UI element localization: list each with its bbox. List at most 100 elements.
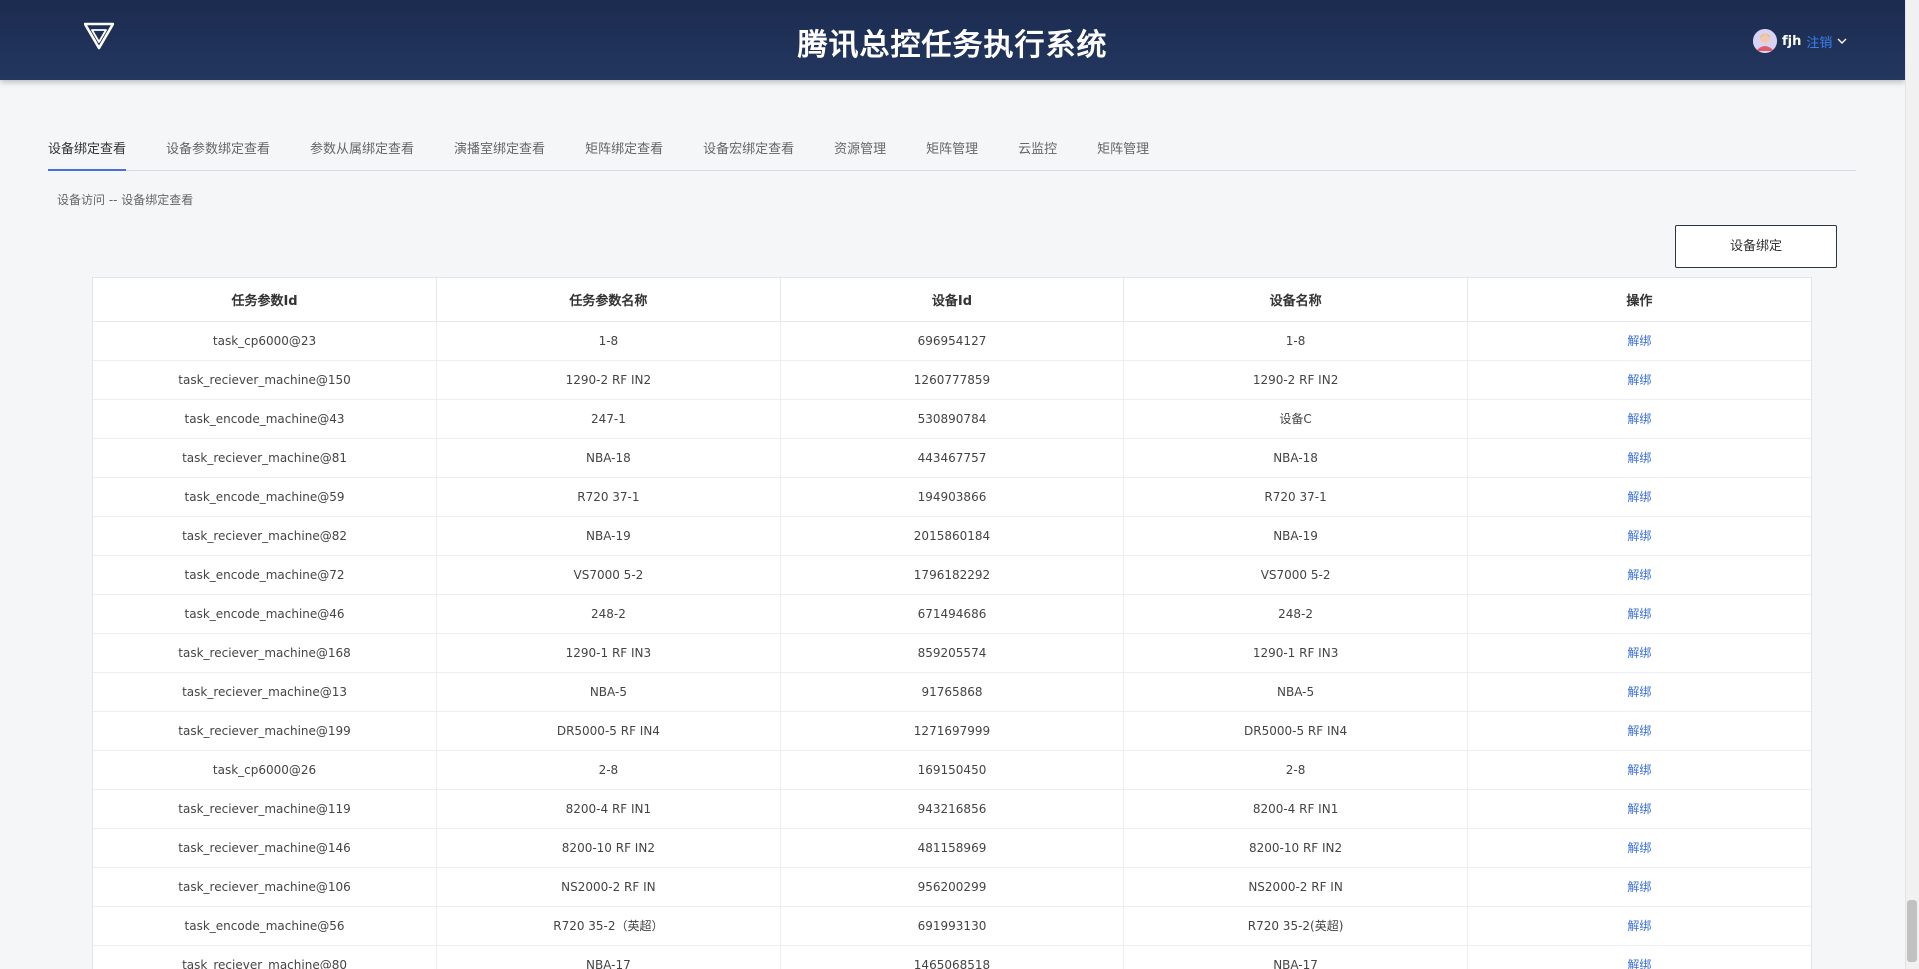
table-cell: task_reciever_machine@199 (93, 711, 438, 751)
tab-resource-management[interactable]: 资源管理 (834, 138, 886, 171)
tab-cloud-monitor[interactable]: 云监控 (1018, 138, 1057, 171)
column-header: 设备Id (780, 278, 1125, 322)
chevron-down-icon[interactable] (1837, 37, 1847, 45)
table-row: task_encode_machine@59 R720 37-1 194903866… (93, 477, 1811, 517)
table-cell: NBA-17 (1123, 945, 1468, 969)
table-cell: NS2000-2 RF IN (1123, 867, 1468, 907)
table-cell: VS7000 5-2 (436, 555, 781, 595)
tab-device-param-binding[interactable]: 设备参数绑定查看 (166, 138, 270, 171)
unbind-link[interactable]: 解绑 (1627, 373, 1651, 387)
table-row: task_encode_machine@56 R720 35-2（英超） 69199… (93, 906, 1811, 946)
table-cell: 91765868 (780, 672, 1125, 712)
table-cell: 1-8 (1123, 321, 1468, 361)
tab-matrix-management-2[interactable]: 矩阵管理 (1097, 138, 1149, 171)
tab-matrix-binding[interactable]: 矩阵绑定查看 (585, 138, 663, 171)
table-cell: NBA-19 (436, 516, 781, 556)
device-bind-button[interactable]: 设备绑定 (1675, 225, 1837, 268)
table-cell: 943216856 (780, 789, 1125, 829)
table-header-row: 任务参数Id 任务参数名称 设备Id 设备名称 操作 (93, 278, 1811, 322)
table-row: task_reciever_machine@146 8200-10 RF IN2 4… (93, 828, 1811, 868)
table-row: task_reciever_machine@150 1290-2 RF IN2 12… (93, 360, 1811, 400)
binding-table: 任务参数Id 任务参数名称 设备Id 设备名称 操作 task_cp6000@2… (93, 278, 1811, 969)
table-cell: 1290-1 RF IN3 (1123, 633, 1468, 673)
table-cell-action: 解绑 (1467, 438, 1811, 478)
unbind-link[interactable]: 解绑 (1627, 880, 1651, 894)
top-header: 腾讯总控任务执行系统 fjh 注销 (0, 0, 1905, 80)
unbind-link[interactable]: 解绑 (1627, 763, 1651, 777)
unbind-link[interactable]: 解绑 (1627, 685, 1651, 699)
table-cell: task_cp6000@23 (93, 321, 438, 361)
tab-device-macro-binding[interactable]: 设备宏绑定查看 (703, 138, 794, 171)
scrollbar-thumb[interactable] (1907, 900, 1917, 962)
unbind-link[interactable]: 解绑 (1627, 412, 1651, 426)
tab-param-subordinate-binding[interactable]: 参数从属绑定查看 (310, 138, 414, 171)
unbind-link[interactable]: 解绑 (1627, 802, 1651, 816)
table-row: task_cp6000@23 1-8 696954127 1-8 解绑 (93, 321, 1811, 361)
table-cell: 设备C (1123, 399, 1468, 439)
unbind-link[interactable]: 解绑 (1627, 646, 1651, 660)
unbind-link[interactable]: 解绑 (1627, 919, 1651, 933)
table-cell: 8200-4 RF IN1 (436, 789, 781, 829)
tab-device-binding[interactable]: 设备绑定查看 (48, 138, 127, 171)
table-row: task_reciever_machine@13 NBA-5 91765868 NBA… (93, 672, 1811, 712)
tab-studio-binding[interactable]: 演播室绑定查看 (454, 138, 545, 171)
table-cell-action: 解绑 (1467, 867, 1811, 907)
table-cell: 2-8 (1123, 750, 1468, 790)
logout-link[interactable]: 注销 (1806, 32, 1832, 51)
table-cell: 696954127 (780, 321, 1125, 361)
table-cell: 1-8 (436, 321, 781, 361)
table-row: task_reciever_machine@81 NBA-18 443467757 N… (93, 438, 1811, 478)
page-scrollbar[interactable] (1905, 0, 1919, 969)
table-cell: task_reciever_machine@82 (93, 516, 438, 556)
unbind-link[interactable]: 解绑 (1627, 958, 1651, 969)
table-cell: 1271697999 (780, 711, 1125, 751)
unbind-link[interactable]: 解绑 (1627, 334, 1651, 348)
table-cell: 8200-10 RF IN2 (436, 828, 781, 868)
table-body: task_cp6000@23 1-8 696954127 1-8 解绑 task_reci… (93, 321, 1811, 969)
app-title: 腾讯总控任务执行系统 (797, 28, 1108, 63)
unbind-link[interactable]: 解绑 (1627, 607, 1651, 621)
username: fjh (1782, 33, 1802, 49)
table-cell-action: 解绑 (1467, 906, 1811, 946)
unbind-link[interactable]: 解绑 (1627, 724, 1651, 738)
avatar-icon[interactable] (1753, 29, 1777, 53)
breadcrumb: 设备访问 -- 设备绑定查看 (57, 193, 194, 207)
binding-table-panel: 任务参数Id 任务参数名称 设备Id 设备名称 操作 task_cp6000@2… (92, 277, 1812, 969)
table-cell-action: 解绑 (1467, 399, 1811, 439)
unbind-link[interactable]: 解绑 (1627, 568, 1651, 582)
table-cell: R720 35-2(英超) (1123, 906, 1468, 946)
table-cell: task_reciever_machine@13 (93, 672, 438, 712)
table-cell: NBA-5 (1123, 672, 1468, 712)
unbind-link[interactable]: 解绑 (1627, 841, 1651, 855)
table-cell: task_reciever_machine@80 (93, 945, 438, 969)
table-row: task_reciever_machine@80 NBA-17 1465068518… (93, 945, 1811, 969)
tab-matrix-management[interactable]: 矩阵管理 (926, 138, 978, 171)
table-cell: 530890784 (780, 399, 1125, 439)
table-cell: 1796182292 (780, 555, 1125, 595)
table-cell: DR5000-5 RF IN4 (1123, 711, 1468, 751)
table-cell: NBA-18 (1123, 438, 1468, 478)
table-cell: 1290-2 RF IN2 (436, 360, 781, 400)
column-header: 任务参数名称 (436, 278, 781, 322)
table-row: task_reciever_machine@82 NBA-19 2015860184… (93, 516, 1811, 556)
table-cell-action: 解绑 (1467, 477, 1811, 517)
table-cell: 2015860184 (780, 516, 1125, 556)
table-cell: NBA-18 (436, 438, 781, 478)
table-cell: R720 37-1 (436, 477, 781, 517)
unbind-link[interactable]: 解绑 (1627, 529, 1651, 543)
table-cell-action: 解绑 (1467, 633, 1811, 673)
unbind-link[interactable]: 解绑 (1627, 451, 1651, 465)
table-cell: 8200-4 RF IN1 (1123, 789, 1468, 829)
table-cell: task_reciever_machine@168 (93, 633, 438, 673)
user-menu[interactable]: fjh 注销 (1753, 28, 1847, 54)
table-cell: NBA-5 (436, 672, 781, 712)
table-cell: 247-1 (436, 399, 781, 439)
table-cell: 956200299 (780, 867, 1125, 907)
table-cell-action: 解绑 (1467, 789, 1811, 829)
table-cell: R720 35-2（英超） (436, 906, 781, 946)
table-cell: task_reciever_machine@119 (93, 789, 438, 829)
table-cell: 859205574 (780, 633, 1125, 673)
unbind-link[interactable]: 解绑 (1627, 490, 1651, 504)
table-cell: 248-2 (436, 594, 781, 634)
table-cell: 671494686 (780, 594, 1125, 634)
